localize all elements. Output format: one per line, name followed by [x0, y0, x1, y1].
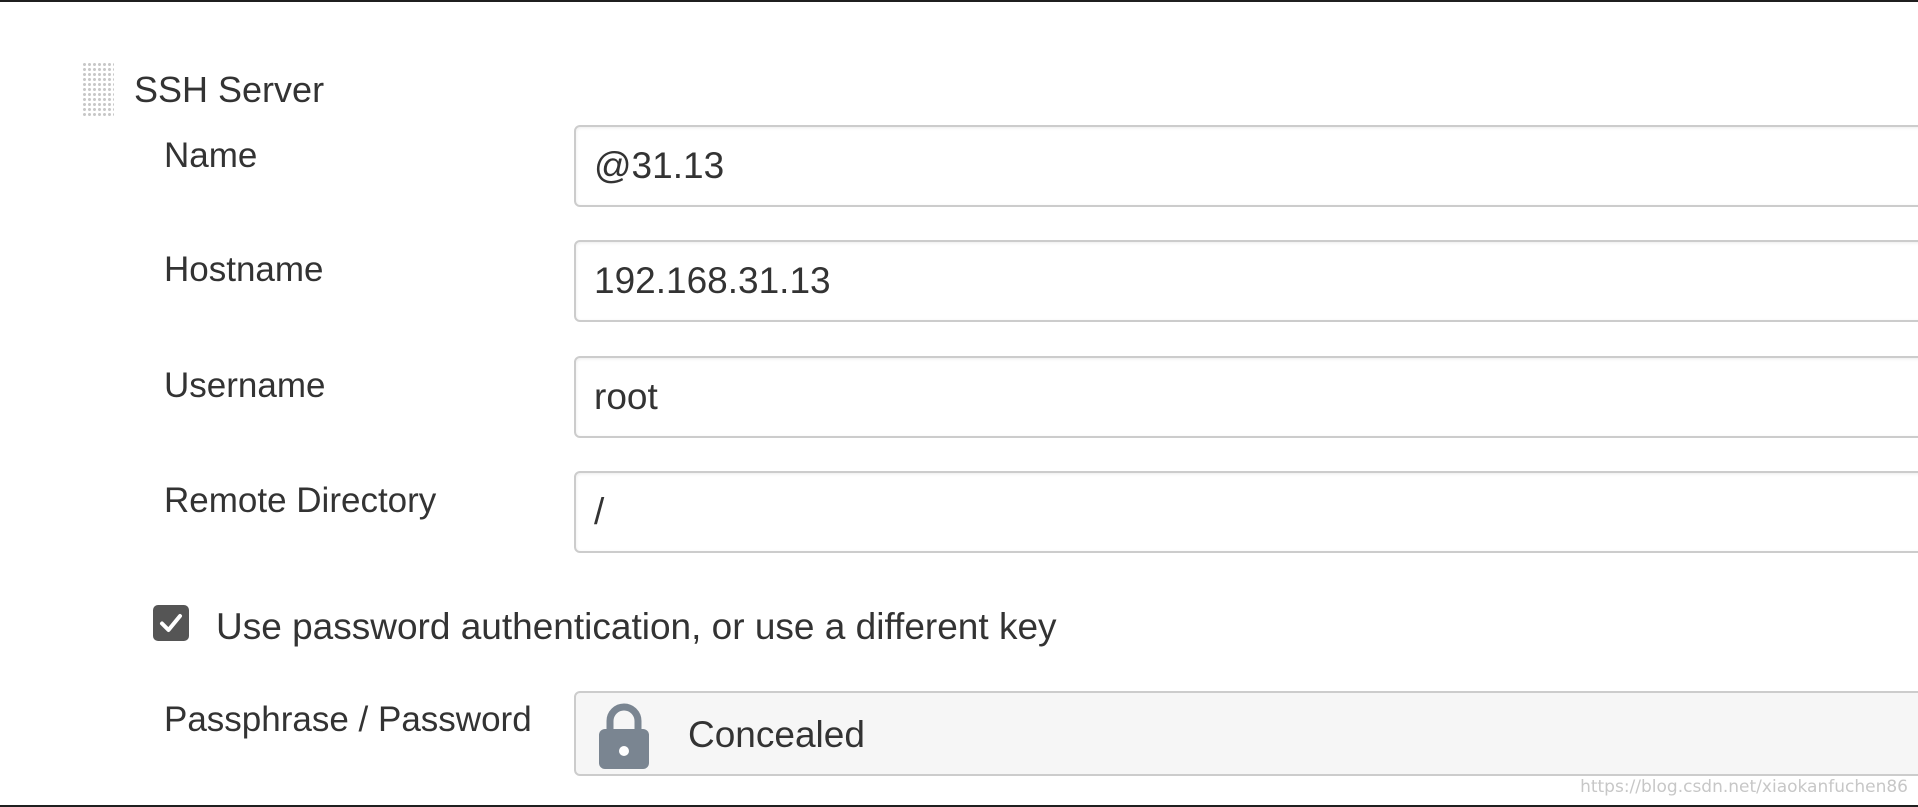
hostname-label: Hostname: [164, 250, 324, 289]
remote-directory-input[interactable]: [574, 471, 1918, 553]
hostname-input[interactable]: [574, 240, 1918, 322]
lock-icon: [599, 703, 649, 769]
name-label: Name: [164, 136, 258, 175]
username-input[interactable]: [574, 356, 1918, 438]
passphrase-field[interactable]: Concealed: [574, 691, 1918, 776]
watermark: https://blog.csdn.net/xiaokanfuchen86: [1580, 777, 1908, 797]
remote-directory-label: Remote Directory: [164, 481, 437, 520]
password-auth-label[interactable]: Use password authentication, or use a di…: [216, 605, 1057, 649]
checkmark-icon: [160, 614, 182, 632]
drag-handle-icon[interactable]: [82, 62, 114, 118]
ssh-server-config-panel: SSH Server Name Hostname Username Remote…: [0, 0, 1918, 807]
passphrase-label: Passphrase / Password: [164, 700, 532, 739]
password-auth-checkbox[interactable]: [153, 605, 189, 641]
concealed-value: Concealed: [688, 714, 865, 755]
section-title: SSH Server: [134, 69, 325, 110]
username-label: Username: [164, 366, 326, 405]
name-input[interactable]: [574, 125, 1918, 207]
